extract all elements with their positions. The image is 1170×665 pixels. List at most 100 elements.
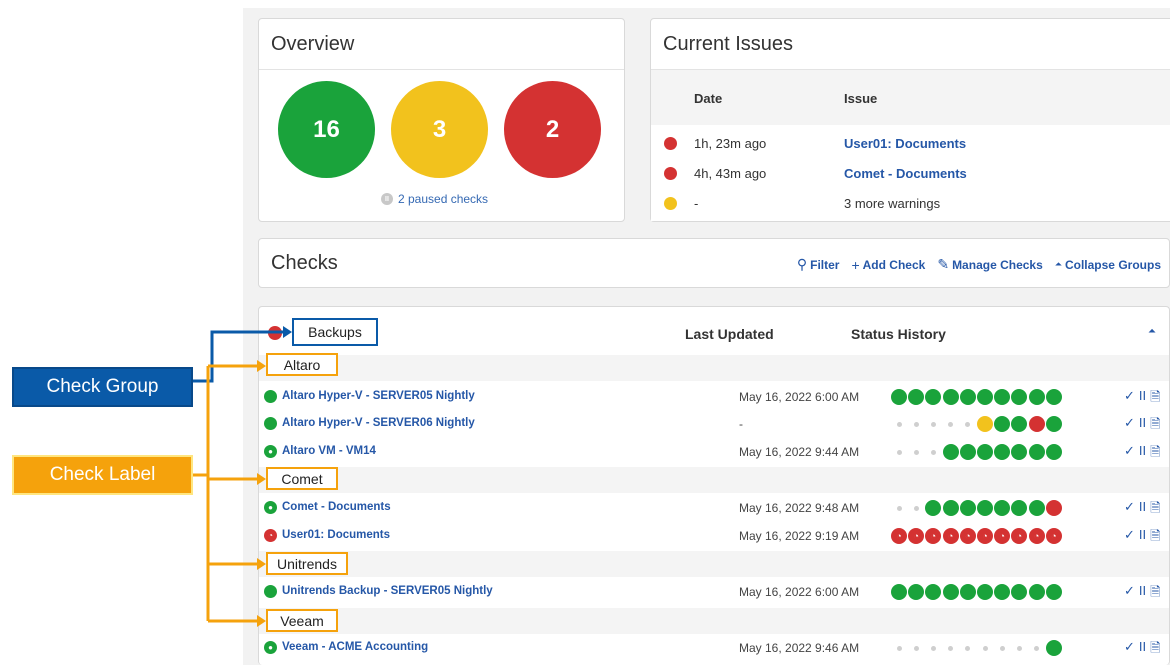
row-actions: ✓ II 🗎: [1124, 499, 1161, 521]
history-ok-dot: [977, 389, 993, 405]
history-error-clock-dot: ◔: [925, 528, 942, 544]
notes-icon[interactable]: 🗎: [1150, 415, 1160, 437]
check-last-updated: -: [739, 417, 743, 431]
issue-row: 1h, 23m ago User01: Documents: [651, 129, 1170, 159]
history-error-clock-dot: ◔: [1028, 528, 1045, 544]
history-ok-dot: [994, 584, 1011, 600]
check-label-highlight: Altaro: [266, 353, 338, 376]
row-actions: ✓ II 🗎: [1124, 527, 1161, 549]
issue-column-header: Issue: [844, 91, 878, 106]
check-name-link[interactable]: Altaro VM - VM14: [282, 445, 376, 457]
history-empty-dot: [948, 421, 954, 427]
check-last-updated: May 16, 2022 6:00 AM: [739, 585, 860, 599]
search-icon: ⚲: [796, 256, 808, 272]
green-status-icon: [264, 390, 277, 403]
pause-icon[interactable]: II: [1139, 583, 1146, 605]
status-history: [891, 499, 1067, 517]
check-row: ● Veeam - ACME Accounting May 16, 2022 9:4…: [259, 634, 1169, 662]
history-ok-dot: [959, 444, 976, 460]
acknowledge-icon[interactable]: ✓: [1124, 499, 1135, 521]
history-ok-dot: [994, 416, 1011, 432]
issue-link[interactable]: User01: Documents: [844, 136, 966, 151]
issue-row: 4h, 43m ago Comet - Documents: [651, 159, 1170, 189]
status-history: ◔ ◔ ◔ ◔ ◔ ◔ ◔ ◔ ◔ ◔: [891, 527, 1067, 545]
green-person-status-icon: ●: [264, 445, 277, 458]
green-status-icon: [264, 585, 277, 598]
warning-count-circle[interactable]: 3: [391, 81, 488, 178]
history-ok-dot: [925, 389, 942, 405]
filter-button[interactable]: ⚲ Filter: [797, 256, 840, 273]
history-empty-dot: [913, 449, 919, 455]
row-actions: ✓ II 🗎: [1124, 639, 1161, 661]
history-error-clock-dot: ◔: [942, 528, 959, 544]
collapse-group-icon[interactable]: ⏶: [1148, 326, 1156, 337]
ok-count-circle[interactable]: 16: [278, 81, 375, 178]
check-name-link[interactable]: Altaro Hyper-V - SERVER06 Nightly: [282, 417, 475, 429]
history-ok-dot: [942, 500, 959, 516]
add-check-button[interactable]: + Add Check: [851, 256, 925, 273]
history-ok-dot: [959, 389, 976, 405]
green-person-status-icon: ●: [264, 501, 277, 514]
manage-checks-button[interactable]: ✎ Manage Checks: [937, 256, 1042, 273]
acknowledge-icon[interactable]: ✓: [1124, 583, 1135, 605]
red-clock-status-icon: [664, 137, 677, 150]
notes-icon[interactable]: 🗎: [1150, 388, 1160, 410]
check-group-callout-text: Check Group: [46, 376, 159, 397]
acknowledge-icon[interactable]: ✓: [1124, 639, 1135, 661]
check-name-link[interactable]: Comet - Documents: [282, 501, 391, 513]
paused-checks-link[interactable]: II 2 paused checks: [381, 192, 488, 206]
history-empty-dot: [999, 645, 1005, 651]
check-name-link[interactable]: Veeam - ACME Accounting: [282, 641, 428, 653]
acknowledge-icon[interactable]: ✓: [1124, 388, 1135, 410]
check-name-link[interactable]: User01: Documents: [282, 529, 390, 541]
history-error-clock-dot: ◔: [908, 528, 925, 544]
history-empty-dot: [1034, 645, 1040, 651]
history-error-dot: [1045, 500, 1062, 516]
acknowledge-icon[interactable]: ✓: [1124, 443, 1135, 465]
check-group-highlight: Backups: [292, 318, 378, 346]
pause-icon[interactable]: II: [1139, 639, 1146, 661]
acknowledge-icon[interactable]: ✓: [1124, 415, 1135, 437]
pause-icon[interactable]: II: [1139, 415, 1146, 437]
collapse-groups-button[interactable]: ⏶ Collapse Groups: [1055, 256, 1161, 273]
caret-up-icon: ⏶: [1054, 259, 1062, 269]
notes-icon[interactable]: 🗎: [1150, 527, 1160, 549]
plus-icon: +: [851, 256, 860, 273]
group-status-icon: [268, 326, 282, 340]
history-ok-dot: [1028, 584, 1045, 600]
collapse-groups-label: Collapse Groups: [1064, 257, 1161, 272]
pause-icon[interactable]: II: [1139, 527, 1146, 549]
check-name-link[interactable]: Unitrends Backup - SERVER05 Nightly: [282, 585, 493, 597]
notes-icon[interactable]: 🗎: [1150, 443, 1160, 465]
history-error-clock-dot: ◔: [891, 528, 907, 544]
issue-link[interactable]: Comet - Documents: [844, 166, 967, 181]
pause-icon[interactable]: II: [1139, 443, 1146, 465]
history-empty-dot: [913, 421, 919, 427]
history-ok-dot: [925, 500, 942, 516]
history-ok-dot: [942, 584, 959, 600]
pause-icon[interactable]: II: [1139, 499, 1146, 521]
last-updated-column-header: Last Updated: [685, 326, 774, 342]
issues-table-header: Date Issue: [651, 69, 1170, 125]
more-warnings-text[interactable]: 3 more warnings: [844, 196, 940, 211]
check-label-row: [259, 355, 1169, 381]
check-row: ● Altaro VM - VM14 May 16, 2022 9:44 AM ✓ II…: [259, 438, 1169, 466]
notes-icon[interactable]: 🗎: [1150, 583, 1160, 605]
pause-icon[interactable]: II: [1139, 388, 1146, 410]
check-name-link[interactable]: Altaro Hyper-V - SERVER05 Nightly: [282, 390, 475, 402]
check-group-highlight-label: Backups: [308, 324, 362, 340]
check-row: Unitrends Backup - SERVER05 Nightly May 1…: [259, 578, 1169, 606]
history-ok-dot: [994, 389, 1011, 405]
notes-icon[interactable]: 🗎: [1150, 639, 1160, 661]
history-empty-dot: [930, 421, 936, 427]
error-count-circle[interactable]: 2: [504, 81, 601, 178]
history-ok-dot: [1045, 640, 1062, 656]
filter-label: Filter: [810, 257, 840, 272]
acknowledge-icon[interactable]: ✓: [1124, 527, 1135, 549]
date-column-header: Date: [694, 91, 723, 106]
history-empty-dot: [896, 645, 902, 651]
history-empty-dot: [896, 449, 902, 455]
label-unitrends: Unitrends: [277, 555, 337, 572]
notes-icon[interactable]: 🗎: [1150, 499, 1160, 521]
history-error-clock-dot: ◔: [1045, 528, 1062, 544]
